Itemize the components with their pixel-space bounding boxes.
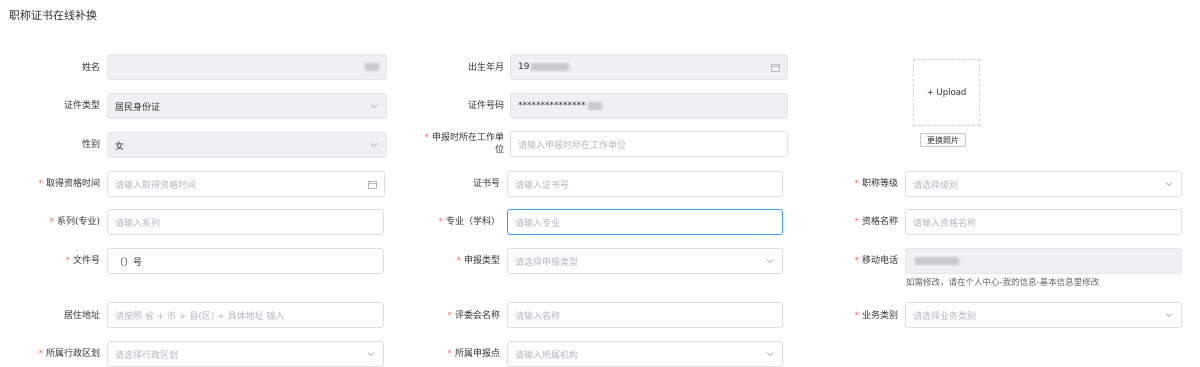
doc-no-input[interactable]: 〔〕号 bbox=[107, 248, 384, 274]
qual-name-label: * 资格名称 bbox=[854, 217, 898, 227]
mobile-field bbox=[905, 248, 1182, 274]
redacted-mask bbox=[587, 101, 602, 110]
committee-label: * 评委会名称 bbox=[447, 311, 500, 321]
apply-point-label: * 所属申报点 bbox=[447, 349, 500, 359]
district-label: * 所属行政区划 bbox=[38, 349, 100, 359]
major-label: * 专业（学科） bbox=[438, 217, 500, 227]
id-no-label: 证件号码 bbox=[467, 101, 504, 111]
id-type-label: 证件类型 bbox=[63, 101, 100, 111]
chevron-down-icon bbox=[1164, 310, 1174, 320]
chevron-down-icon bbox=[765, 349, 775, 359]
committee-input[interactable]: 请输入名称 bbox=[507, 302, 783, 328]
calendar-icon bbox=[770, 62, 780, 72]
birth-label: 出生年月 bbox=[467, 63, 504, 73]
qual-name-input[interactable]: 请输入资格名称 bbox=[905, 209, 1182, 235]
name-label: 姓名 bbox=[81, 63, 100, 73]
qual-time-label: * 取得资格时间 bbox=[38, 179, 100, 189]
page-title: 职称证书在线补换 bbox=[9, 9, 97, 22]
doc-no-label: * 文件号 bbox=[65, 256, 100, 266]
series-label: * 系列(专业) bbox=[49, 217, 100, 227]
redacted-mask bbox=[365, 63, 379, 71]
calendar-icon bbox=[367, 179, 377, 189]
major-input[interactable]: 请输入专业 bbox=[507, 209, 783, 235]
work-unit-label: * 申报时所在工作单位 bbox=[424, 133, 504, 155]
photo-upload[interactable]: + Upload bbox=[913, 59, 980, 126]
apply-type-label: * 申报类型 bbox=[456, 256, 500, 266]
biz-type-select[interactable]: 请选择业务类别 bbox=[905, 302, 1182, 328]
title-level-select[interactable]: 请选择级别 bbox=[905, 171, 1182, 197]
series-input[interactable]: 请输入系列 bbox=[107, 209, 384, 235]
mobile-label: * 移动电话 bbox=[854, 256, 898, 266]
mobile-hint: 如需修改，请在个人中心-我的信息-基本信息里修改 bbox=[906, 278, 1100, 288]
id-number-field: *************** bbox=[510, 93, 788, 119]
redacted-mask bbox=[915, 256, 959, 265]
name-field bbox=[107, 54, 387, 80]
chevron-down-icon bbox=[369, 140, 379, 150]
gender-label: 性别 bbox=[81, 140, 100, 150]
biz-type-label: * 业务类别 bbox=[854, 311, 898, 321]
cert-no-input[interactable]: 请输入证书号 bbox=[507, 171, 783, 197]
apply-type-select[interactable]: 请选择申报类型 bbox=[507, 248, 783, 274]
change-photo-button[interactable]: 更换照片 bbox=[920, 133, 966, 147]
apply-point-select[interactable]: 请输入所属机构 bbox=[507, 341, 783, 367]
address-label: 居住地址 bbox=[63, 311, 100, 321]
chevron-down-icon bbox=[366, 349, 376, 359]
work-unit-input[interactable]: 请输入申报时所在工作单位 bbox=[510, 131, 788, 157]
cert-no-label: 证书号 bbox=[472, 179, 500, 189]
address-input[interactable]: 请按照 省 + 市 + 县(区) + 具体地址 输入 bbox=[107, 302, 384, 328]
chevron-down-icon bbox=[1164, 179, 1174, 189]
id-type-select: 居民身份证 bbox=[107, 93, 387, 119]
qual-time-picker[interactable]: 请输入取得资格时间 bbox=[107, 171, 385, 197]
gender-select: 女 bbox=[107, 132, 387, 158]
redacted-mask bbox=[531, 62, 570, 71]
chevron-down-icon bbox=[369, 101, 379, 111]
birth-date-field: 19 bbox=[510, 54, 788, 80]
chevron-down-icon bbox=[765, 256, 775, 266]
title-level-label: * 职称等级 bbox=[854, 179, 898, 189]
district-select[interactable]: 请选择行政区划 bbox=[107, 341, 384, 367]
